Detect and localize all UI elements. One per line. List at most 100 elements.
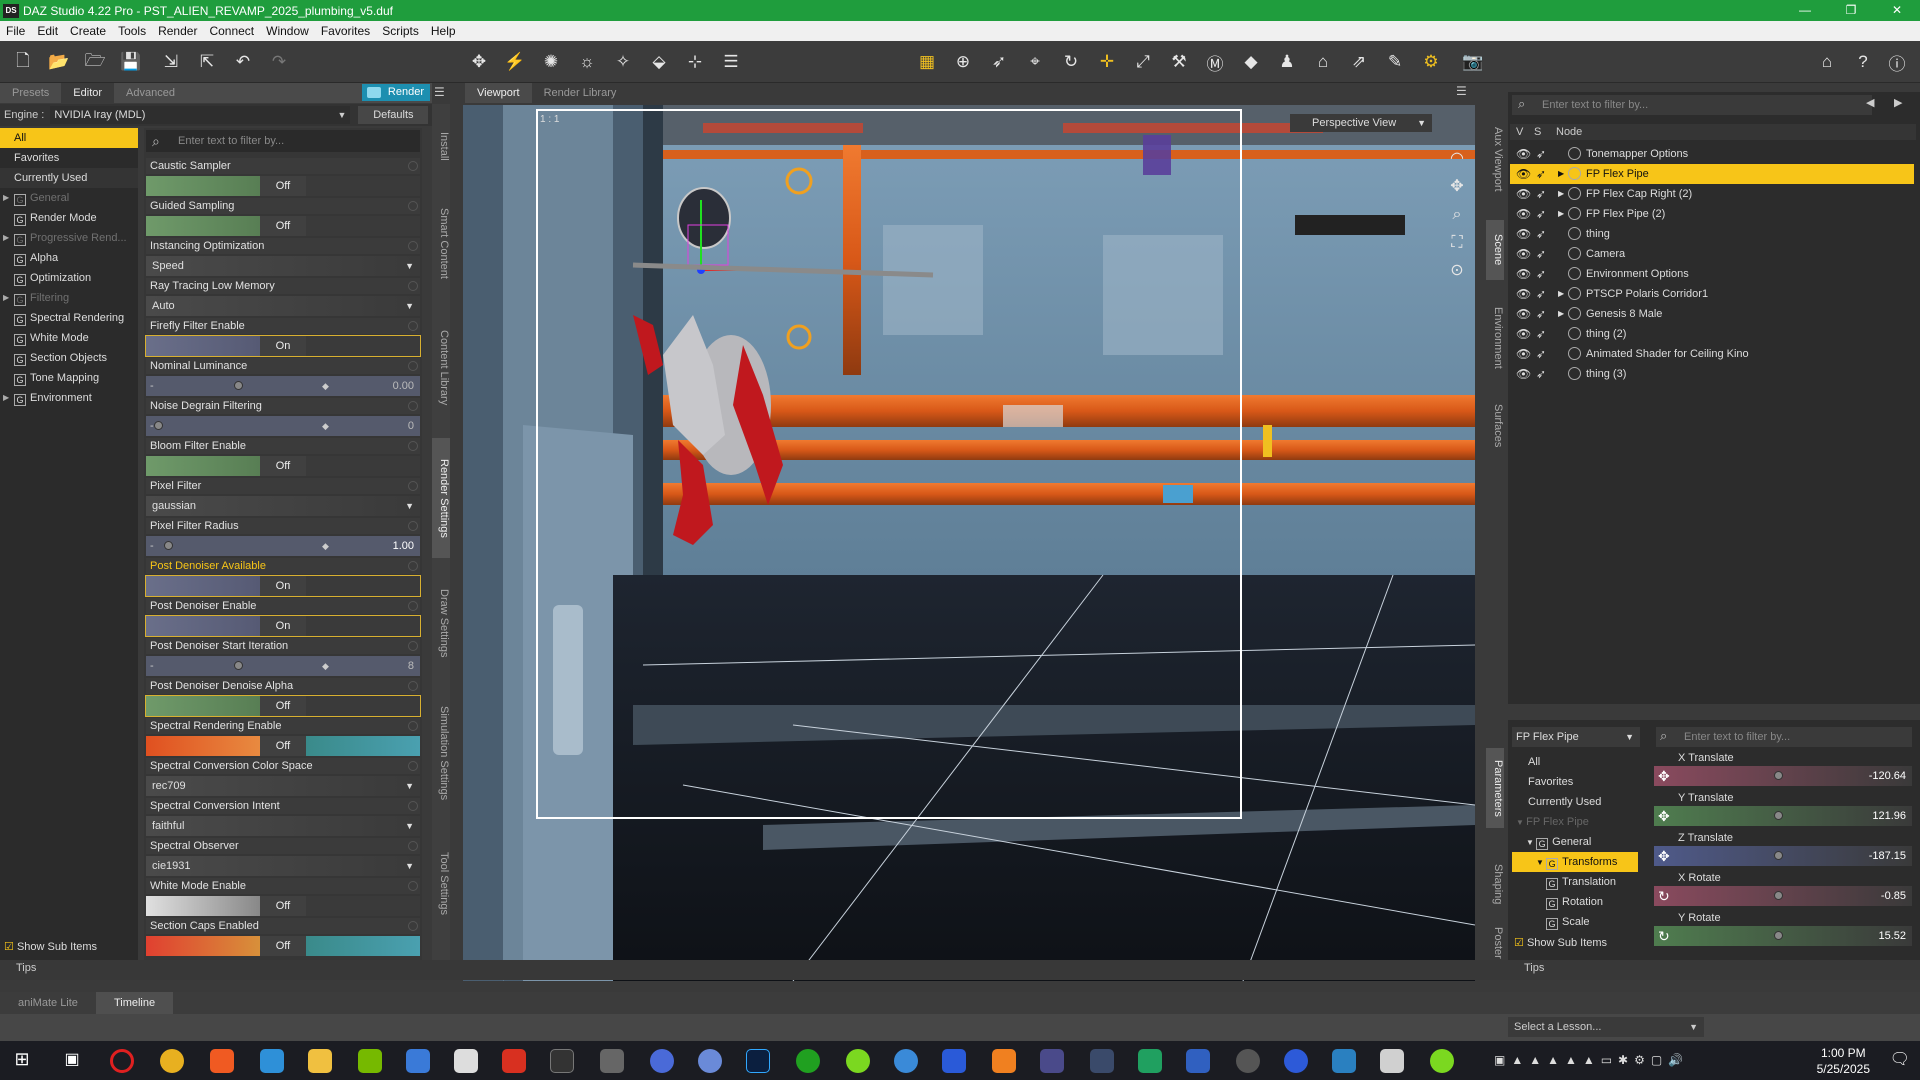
daz-studio-taskbar-icon[interactable]	[550, 1049, 574, 1073]
render-camera-icon[interactable]: 📷	[1460, 49, 1486, 75]
property-settings-icon[interactable]	[408, 841, 418, 851]
property-control[interactable]: - ◆ 1.00	[146, 536, 420, 556]
system-tray-icons[interactable]: ▣▲▲▲▲▲▭✱⚙▢🔊	[1494, 1053, 1689, 1067]
property-control[interactable]: On	[145, 615, 421, 637]
visibility-eye-icon[interactable]: 👁	[1516, 304, 1531, 324]
spot-light-icon[interactable]: ⚡	[502, 49, 528, 75]
dropdown-value[interactable]: Auto	[146, 296, 420, 316]
parameter-group-row[interactable]: G Translation	[1512, 872, 1638, 892]
property-control[interactable]: Off	[146, 896, 420, 916]
joint-editor-icon[interactable]: ⚒	[1166, 49, 1192, 75]
selectable-cursor-icon[interactable]: ➶	[1536, 184, 1546, 204]
tab-viewport[interactable]: Viewport	[465, 83, 532, 103]
rotate-tool-icon[interactable]: ↻	[1058, 49, 1084, 75]
property-settings-icon[interactable]	[408, 881, 418, 891]
menu-tools[interactable]: Tools	[112, 24, 152, 38]
dropdown-value[interactable]: gaussian	[146, 496, 420, 516]
show-sub-items-checkbox[interactable]: ☑ Show Sub Items	[1514, 936, 1607, 949]
slider[interactable]: - ◆ 8	[146, 656, 420, 676]
property-control[interactable]: Off	[146, 216, 420, 236]
slider-knob[interactable]	[234, 381, 243, 390]
toggle-switch[interactable]: Off	[146, 936, 420, 956]
toggle-switch[interactable]: Off	[146, 456, 420, 476]
side-tab-install[interactable]: Install	[432, 118, 450, 174]
property-control[interactable]: On	[145, 575, 421, 597]
notifications-icon[interactable]: 🗨	[1890, 1049, 1910, 1069]
new-file-icon[interactable]: 🗋	[10, 49, 36, 75]
task-view-icon[interactable]: ▣	[60, 1049, 84, 1073]
property-settings-icon[interactable]	[408, 761, 418, 771]
menu-file[interactable]: File	[0, 24, 31, 38]
region-nav-icon[interactable]: ⌖	[1022, 49, 1048, 75]
file-explorer-icon[interactable]	[308, 1049, 332, 1073]
scene-node-row[interactable]: 👁 ➶ ▶ FP Flex Pipe	[1510, 164, 1914, 184]
parameter-group-row[interactable]: Favorites	[1512, 772, 1638, 792]
slider-knob[interactable]	[1774, 851, 1783, 860]
app-icon[interactable]	[502, 1049, 526, 1073]
property-settings-icon[interactable]	[408, 721, 418, 731]
transform-value[interactable]: 121.96	[1872, 806, 1906, 826]
header-selectable[interactable]: S	[1534, 124, 1541, 140]
slider-knob[interactable]	[1774, 931, 1783, 940]
app-icon[interactable]	[1430, 1049, 1454, 1073]
shape-tool-icon[interactable]: ◆	[1238, 49, 1264, 75]
property-settings-icon[interactable]	[408, 601, 418, 611]
menu-favorites[interactable]: Favorites	[315, 24, 376, 38]
slider-value[interactable]: 8	[408, 656, 414, 676]
calculator-icon[interactable]	[1380, 1049, 1404, 1073]
app-icon[interactable]	[1186, 1049, 1210, 1073]
vlc-icon[interactable]	[992, 1049, 1016, 1073]
transform-tool-icon[interactable]: ⇗	[1346, 49, 1372, 75]
parameter-group-row[interactable]: G Scale	[1512, 912, 1638, 932]
property-control[interactable]: gaussian	[146, 496, 420, 516]
menu-create[interactable]: Create	[64, 24, 112, 38]
visibility-eye-icon[interactable]: 👁	[1516, 264, 1531, 284]
header-visible[interactable]: V	[1516, 124, 1523, 140]
slider-knob[interactable]	[154, 421, 163, 430]
slider-knob[interactable]	[164, 541, 173, 550]
close-icon[interactable]: ✕	[1874, 0, 1920, 21]
toggle-switch[interactable]: On	[146, 336, 420, 356]
camera-tool-icon[interactable]: ⌂	[1310, 49, 1336, 75]
transform-value[interactable]: -187.15	[1869, 846, 1906, 866]
category-filtering[interactable]: ▶ G Filtering	[0, 288, 138, 308]
expand-arrow-icon[interactable]: ▶	[1558, 164, 1564, 184]
slider-value[interactable]: 1.00	[393, 536, 414, 556]
property-control[interactable]: - ◆ 0	[146, 416, 420, 436]
menu-connect[interactable]: Connect	[203, 24, 260, 38]
property-settings-icon[interactable]	[408, 481, 418, 491]
slider-value[interactable]: 0	[408, 416, 414, 436]
reset-view-icon[interactable]: ⊙	[1444, 257, 1470, 285]
slider-minus-icon[interactable]: -	[150, 536, 154, 556]
app-icon[interactable]	[1332, 1049, 1356, 1073]
category-general[interactable]: ▶ G General	[0, 188, 138, 208]
export-icon[interactable]: ⇱	[194, 49, 220, 75]
property-settings-icon[interactable]	[408, 361, 418, 371]
expand-arrow-icon[interactable]: ▶	[1558, 304, 1564, 324]
restore-icon[interactable]: ❐	[1828, 0, 1874, 21]
menu-edit[interactable]: Edit	[31, 24, 64, 38]
slider-knob[interactable]	[1774, 891, 1783, 900]
node-tool-icon[interactable]: ⊹	[682, 49, 708, 75]
transform-slider[interactable]: ✥ 121.96	[1654, 806, 1912, 826]
transform-value[interactable]: -0.85	[1881, 886, 1906, 906]
menu-window[interactable]: Window	[260, 24, 315, 38]
visibility-eye-icon[interactable]: 👁	[1516, 204, 1531, 224]
tab-editor[interactable]: Editor	[61, 83, 115, 103]
toggle-switch[interactable]: On	[146, 616, 420, 636]
app-icon[interactable]	[942, 1049, 966, 1073]
slider-knob[interactable]	[234, 661, 243, 670]
side-tab-simulation-settings[interactable]: Simulation Settings	[432, 688, 450, 818]
selectable-cursor-icon[interactable]: ➶	[1536, 284, 1546, 304]
slider-minus-icon[interactable]: -	[150, 376, 154, 396]
slider[interactable]: - ◆ 0	[146, 416, 420, 436]
property-settings-icon[interactable]	[408, 401, 418, 411]
category-currently-used[interactable]: Currently Used	[0, 168, 138, 188]
property-settings-icon[interactable]	[408, 521, 418, 531]
import-icon[interactable]: ⇲	[158, 49, 184, 75]
spot-render-icon[interactable]: ✎	[1382, 49, 1408, 75]
collapse-arrow-icon[interactable]: ▼	[1526, 838, 1536, 847]
surface-selection-icon[interactable]: ▦	[914, 49, 940, 75]
category-section-objects[interactable]: G Section Objects	[0, 348, 138, 368]
forward-arrow-icon[interactable]: ▶	[1894, 96, 1902, 109]
